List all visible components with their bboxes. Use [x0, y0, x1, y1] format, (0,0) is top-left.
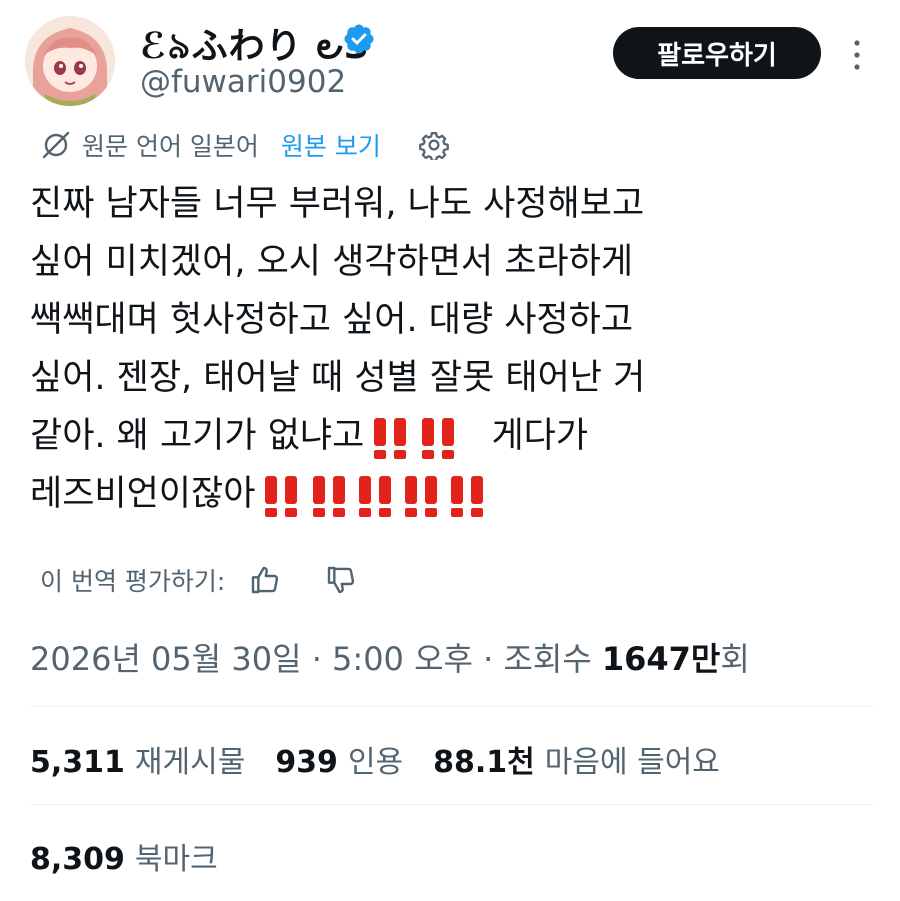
- rate-translation: 이 번역 평가하기:: [40, 562, 357, 598]
- bookmarks-label: 북마크: [134, 842, 218, 877]
- follow-button[interactable]: 팔로우하기: [613, 27, 821, 79]
- likes-stat[interactable]: 88.1천 마음에 들어요: [433, 737, 720, 781]
- views-count: 1647만: [601, 640, 721, 678]
- double-exclamation-emoji-icon: [422, 418, 455, 459]
- timestamp[interactable]: 2026년 05월 30일 · 5:00 오후 · 조회수: [30, 634, 592, 680]
- user-handle[interactable]: @fuwari0902: [140, 64, 346, 100]
- rate-translation-label: 이 번역 평가하기:: [40, 567, 226, 596]
- views-suffix: 회: [720, 640, 750, 678]
- avatar-image: [25, 16, 115, 106]
- reposts-count: 5,311: [30, 745, 125, 780]
- tweet-line: 진짜 남자들 너무 부러워, 나도 사정해보고: [30, 184, 645, 224]
- verified-badge-icon[interactable]: [342, 22, 376, 56]
- tweet-line: 쌕쌕대며 헛사정하고 싶어. 대량 사정하고: [30, 300, 634, 340]
- emoji-group: [368, 408, 460, 466]
- double-exclamation-emoji-icon: [451, 476, 484, 517]
- tweet-line: 싶어 미치겠어, 오시 생각하면서 초라하게: [30, 242, 634, 282]
- emoji-group: [259, 466, 489, 524]
- double-exclamation-emoji-icon: [374, 418, 407, 459]
- gear-icon[interactable]: [418, 130, 449, 160]
- double-exclamation-emoji-icon: [265, 476, 298, 517]
- quotes-label: 인용: [347, 745, 404, 780]
- tweet-text: 진짜 남자들 너무 부러워, 나도 사정해보고 싶어 미치겠어, 오시 생각하면…: [30, 175, 870, 523]
- quotes-stat[interactable]: 939 인용: [275, 737, 403, 781]
- bookmarks-count: 8,309: [30, 842, 125, 877]
- divider: [30, 706, 874, 707]
- engagement-stats: 5,311 재게시물 939 인용 88.1천 마음에 들어요: [30, 737, 720, 781]
- translate-slash-icon: [42, 131, 70, 159]
- tweet-line-with-emoji: 같아. 왜 고기가 없냐고 게다가: [30, 407, 870, 465]
- double-exclamation-emoji-icon: [405, 476, 438, 517]
- reposts-label: 재게시물: [134, 745, 246, 780]
- likes-count: 88.1천: [433, 745, 535, 780]
- tweet-line-with-emoji: 레즈비언이잖아: [30, 465, 870, 523]
- double-exclamation-emoji-icon: [359, 476, 392, 517]
- divider: [30, 804, 874, 805]
- likes-label: 마음에 들어요: [544, 745, 720, 780]
- show-original-link[interactable]: 원본 보기: [281, 127, 381, 163]
- quotes-count: 939: [275, 745, 338, 780]
- tweet-line-text: 같아. 왜 고기가 없냐고: [30, 416, 365, 456]
- thumbs-up-icon[interactable]: [249, 564, 281, 596]
- double-exclamation-emoji-icon: [313, 476, 346, 517]
- translation-source-label: 원문 언어 일본어: [82, 132, 259, 161]
- thumbs-down-icon[interactable]: [325, 564, 357, 596]
- bookmarks-stat[interactable]: 8,309 북마크: [30, 834, 218, 878]
- avatar[interactable]: [25, 16, 115, 106]
- tweet-line: 싶어. 젠장, 태어날 때 성별 잘못 태어난 거: [30, 358, 646, 398]
- tweet-line-text: 레즈비언이잖아: [30, 474, 256, 514]
- translation-info: 원문 언어 일본어 원본 보기: [40, 127, 449, 163]
- tweet-line-text: 게다가: [491, 416, 589, 456]
- tweet-meta: 2026년 05월 30일 · 5:00 오후 · 조회수 1647만 회: [30, 634, 750, 680]
- reposts-stat[interactable]: 5,311 재게시물: [30, 737, 245, 781]
- more-options-icon[interactable]: [848, 38, 866, 72]
